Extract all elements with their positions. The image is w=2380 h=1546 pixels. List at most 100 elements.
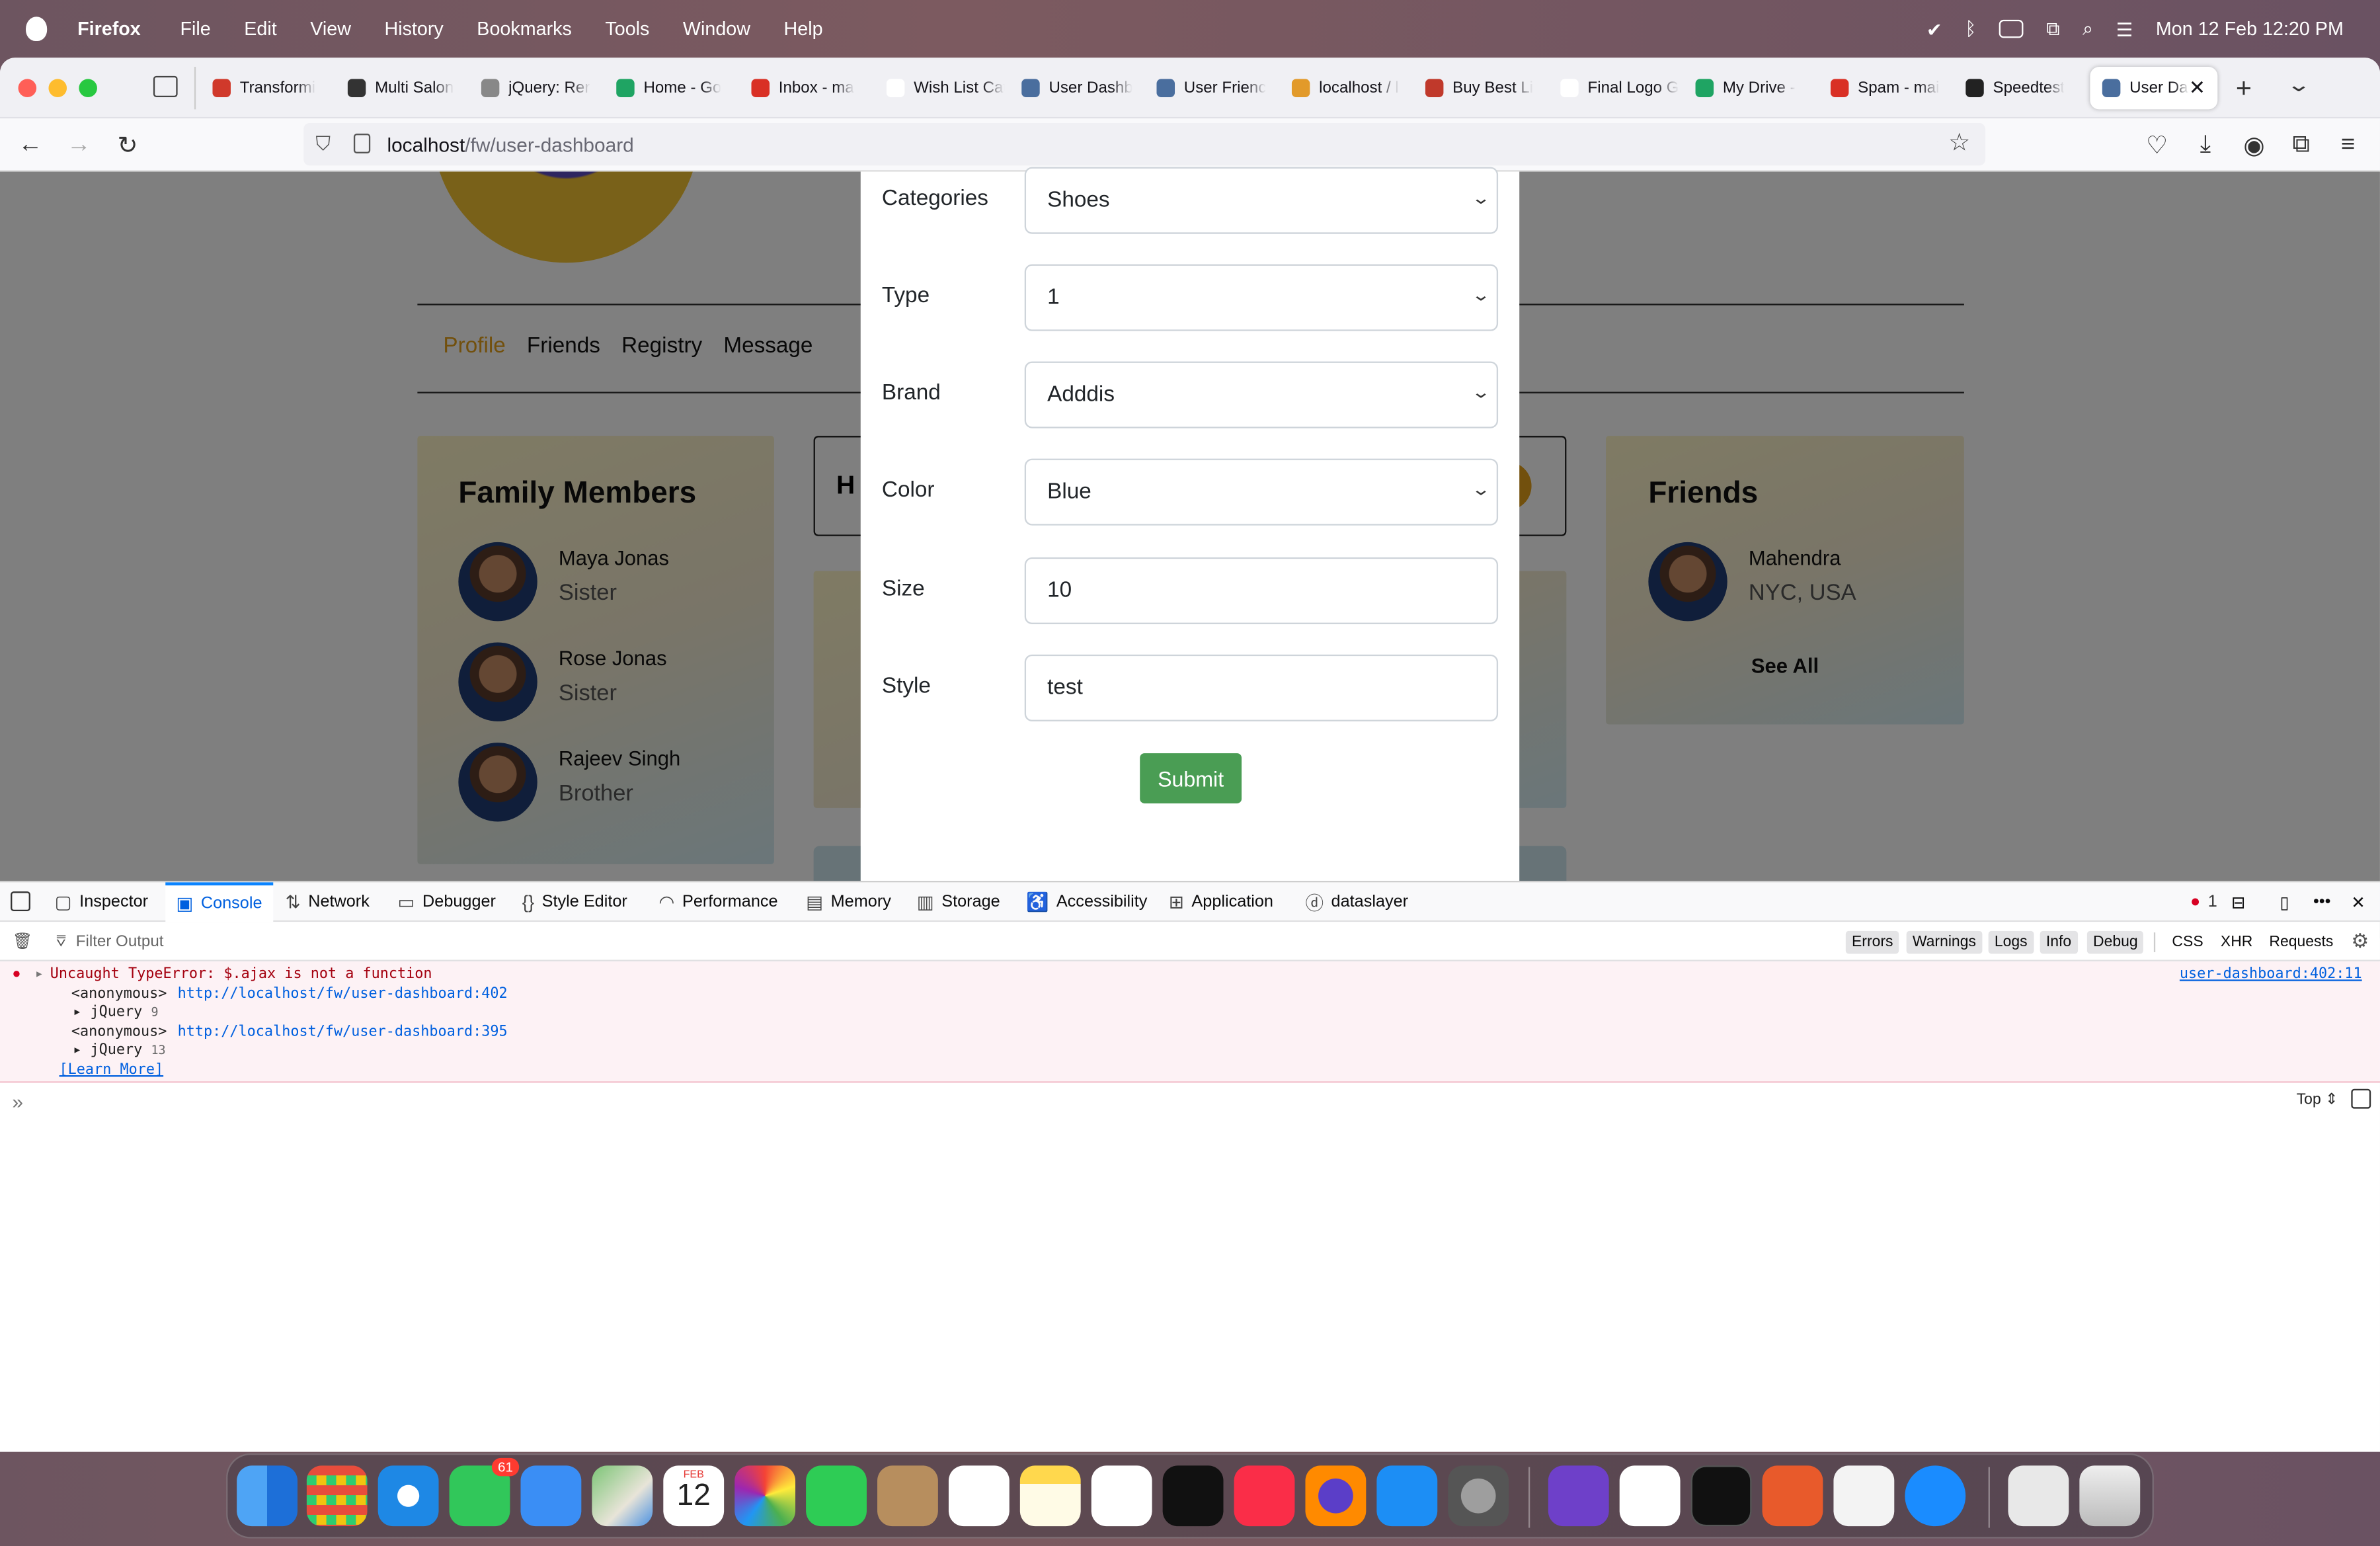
tab-12[interactable]: My Drive - xyxy=(1695,67,1814,109)
tab-14[interactable]: Speedtest xyxy=(1965,67,2084,109)
devtools-tab-inspector[interactable]: ▢ Inspector xyxy=(55,882,148,922)
launchpad-icon[interactable] xyxy=(306,1465,368,1527)
finder-icon[interactable] xyxy=(237,1465,298,1527)
stack-url[interactable]: http://localhost/fw/user-dashboard:395 xyxy=(178,1024,508,1040)
devtools-tab-console[interactable]: ▣ Console xyxy=(165,882,273,922)
tab-13[interactable]: Spam - mai xyxy=(1830,67,1949,109)
color-select[interactable]: Blue ⌄ xyxy=(1024,458,1499,526)
devtools-tab-debugger[interactable]: ▭ Debugger xyxy=(398,882,496,922)
textedit-icon[interactable] xyxy=(1833,1465,1895,1527)
download-icon[interactable]: ⤓ xyxy=(2186,126,2225,166)
console-input[interactable] xyxy=(46,1086,2262,1113)
console-error-message[interactable]: ● ▸ Uncaught TypeError: $.ajax is not a … xyxy=(0,961,2380,1083)
git-client-icon[interactable] xyxy=(1762,1465,1823,1527)
split-console-icon[interactable]: ⊟ xyxy=(2231,882,2245,922)
spotlight-search-icon[interactable]: ⌕ xyxy=(2082,17,2093,40)
vscode-icon[interactable] xyxy=(1619,1465,1681,1527)
github-desktop-icon[interactable] xyxy=(1548,1465,1609,1527)
menu-window[interactable]: Window xyxy=(683,19,750,40)
brand-select[interactable]: Adddis ⌄ xyxy=(1024,361,1499,428)
filter-logs[interactable]: Logs xyxy=(1988,930,2034,954)
tab-9[interactable]: localhost / l xyxy=(1291,67,1410,109)
tab-3[interactable]: jQuery: Rer xyxy=(481,67,600,109)
menu-file[interactable]: File xyxy=(180,19,210,40)
zoom-window-button[interactable] xyxy=(79,79,97,97)
page-icon[interactable] xyxy=(353,134,371,153)
reminders-icon[interactable] xyxy=(948,1465,1010,1527)
stack-group[interactable]: ▸ jQuery 13 xyxy=(73,1042,165,1059)
menu-hamburger-icon[interactable]: ≡ xyxy=(2328,126,2368,166)
menu-help[interactable]: Help xyxy=(784,19,823,40)
mail-icon[interactable] xyxy=(520,1465,582,1527)
filter-warnings[interactable]: Warnings xyxy=(1906,930,1983,954)
stack-url[interactable]: http://localhost/fw/user-dashboard:402 xyxy=(178,986,508,1002)
address-bar[interactable]: ⛉ localhost/fw/user-dashboard ☆ xyxy=(303,123,1986,166)
maps-icon[interactable] xyxy=(592,1465,653,1527)
more-options-icon[interactable]: ••• xyxy=(2313,882,2331,922)
expand-arrow-icon[interactable]: ▸ xyxy=(35,966,44,983)
new-tab-icon[interactable]: + xyxy=(2236,73,2252,104)
devtools-tab-accessibility[interactable]: ♿ Accessibility xyxy=(1026,882,1147,922)
pick-element-icon[interactable] xyxy=(11,891,30,912)
devtools-tab-network[interactable]: ⇅ Network xyxy=(286,882,370,922)
tab-active[interactable]: User Da ✕ xyxy=(2090,67,2218,110)
skype-icon[interactable] xyxy=(1905,1465,1966,1527)
tab-5[interactable]: Inbox - ma xyxy=(751,67,869,109)
forward-icon[interactable]: → xyxy=(60,126,99,166)
tab-6[interactable]: Wish List Categ xyxy=(886,67,1005,109)
devtools-tab-dataslayer[interactable]: ⓓ dataslayer xyxy=(1305,882,1408,922)
tab-1[interactable]: Transformi xyxy=(212,67,331,109)
dock-side-icon[interactable]: ▯ xyxy=(2280,882,2289,922)
back-icon[interactable]: ← xyxy=(11,126,50,166)
apple-icon[interactable] xyxy=(26,17,48,42)
console-settings-icon[interactable]: ⚙ xyxy=(2351,930,2369,954)
filter-xhr[interactable]: XHR xyxy=(2215,931,2259,954)
context-selector[interactable]: Top ⇕ xyxy=(2297,1092,2338,1108)
app-name[interactable]: Firefox xyxy=(77,19,141,40)
categories-select[interactable]: Shoes ⌄ xyxy=(1024,167,1499,234)
tab-8[interactable]: User Frienc xyxy=(1156,67,1275,109)
menu-history[interactable]: History xyxy=(384,19,443,40)
filter-css[interactable]: CSS xyxy=(2166,931,2209,954)
filter-input[interactable]: Filter Output xyxy=(76,932,164,951)
devtools-tab-storage[interactable]: ▥ Storage xyxy=(917,882,1000,922)
calendar-icon[interactable]: FEB 12 xyxy=(663,1465,725,1527)
size-input[interactable]: 10 xyxy=(1024,557,1499,624)
tab-7[interactable]: User Dashb xyxy=(1021,67,1140,109)
trash-icon[interactable] xyxy=(2079,1465,2141,1527)
clear-console-icon[interactable]: 🗑 xyxy=(12,931,32,951)
filter-requests[interactable]: Requests xyxy=(2263,931,2339,954)
firefox-icon[interactable] xyxy=(1305,1465,1367,1527)
stack-group[interactable]: ▸ jQuery 9 xyxy=(73,1004,158,1020)
notes-icon[interactable] xyxy=(1019,1465,1081,1527)
tab-overview-icon[interactable] xyxy=(153,75,178,97)
tab-2[interactable]: Multi Salon xyxy=(347,67,466,109)
screen-mirror-icon[interactable]: ⧉ xyxy=(2046,17,2060,40)
menu-bookmarks[interactable]: Bookmarks xyxy=(477,19,572,40)
system-settings-icon[interactable] xyxy=(1448,1465,1509,1527)
close-window-button[interactable] xyxy=(18,79,37,97)
error-source-link[interactable]: user-dashboard:402:11 xyxy=(2180,966,2362,983)
app-store-icon[interactable] xyxy=(1376,1465,1438,1527)
submit-button[interactable]: Submit xyxy=(1140,753,1242,803)
bluetooth-icon[interactable]: ᛒ xyxy=(1965,19,1976,40)
freeform-icon[interactable] xyxy=(1091,1465,1152,1527)
contacts-icon[interactable] xyxy=(877,1465,938,1527)
close-tab-icon[interactable]: ✕ xyxy=(2189,76,2205,101)
devtools-tab-performance[interactable]: ◠ Performance xyxy=(658,882,777,922)
type-select[interactable]: 1 ⌄ xyxy=(1024,264,1499,331)
filter-info[interactable]: Info xyxy=(2040,930,2078,954)
music-icon[interactable] xyxy=(1234,1465,1295,1527)
shield-icon[interactable]: ⛉ xyxy=(316,132,331,157)
reload-icon[interactable]: ↻ xyxy=(108,126,147,166)
facetime-icon[interactable] xyxy=(806,1465,867,1527)
menu-edit[interactable]: Edit xyxy=(244,19,276,40)
apple-tv-icon[interactable] xyxy=(1162,1465,1224,1527)
devtools-tab-style-editor[interactable]: {} Style Editor xyxy=(522,882,627,922)
style-input[interactable]: test xyxy=(1024,654,1499,721)
devtools-tab-application[interactable]: ⊞ Application xyxy=(1169,882,1273,922)
downloads-stack-icon[interactable] xyxy=(2008,1465,2069,1527)
tab-10[interactable]: Buy Best Li xyxy=(1425,67,1544,109)
clock[interactable]: Mon 12 Feb 12:20 PM xyxy=(2156,19,2344,40)
filter-debug[interactable]: Debug xyxy=(2086,930,2144,954)
